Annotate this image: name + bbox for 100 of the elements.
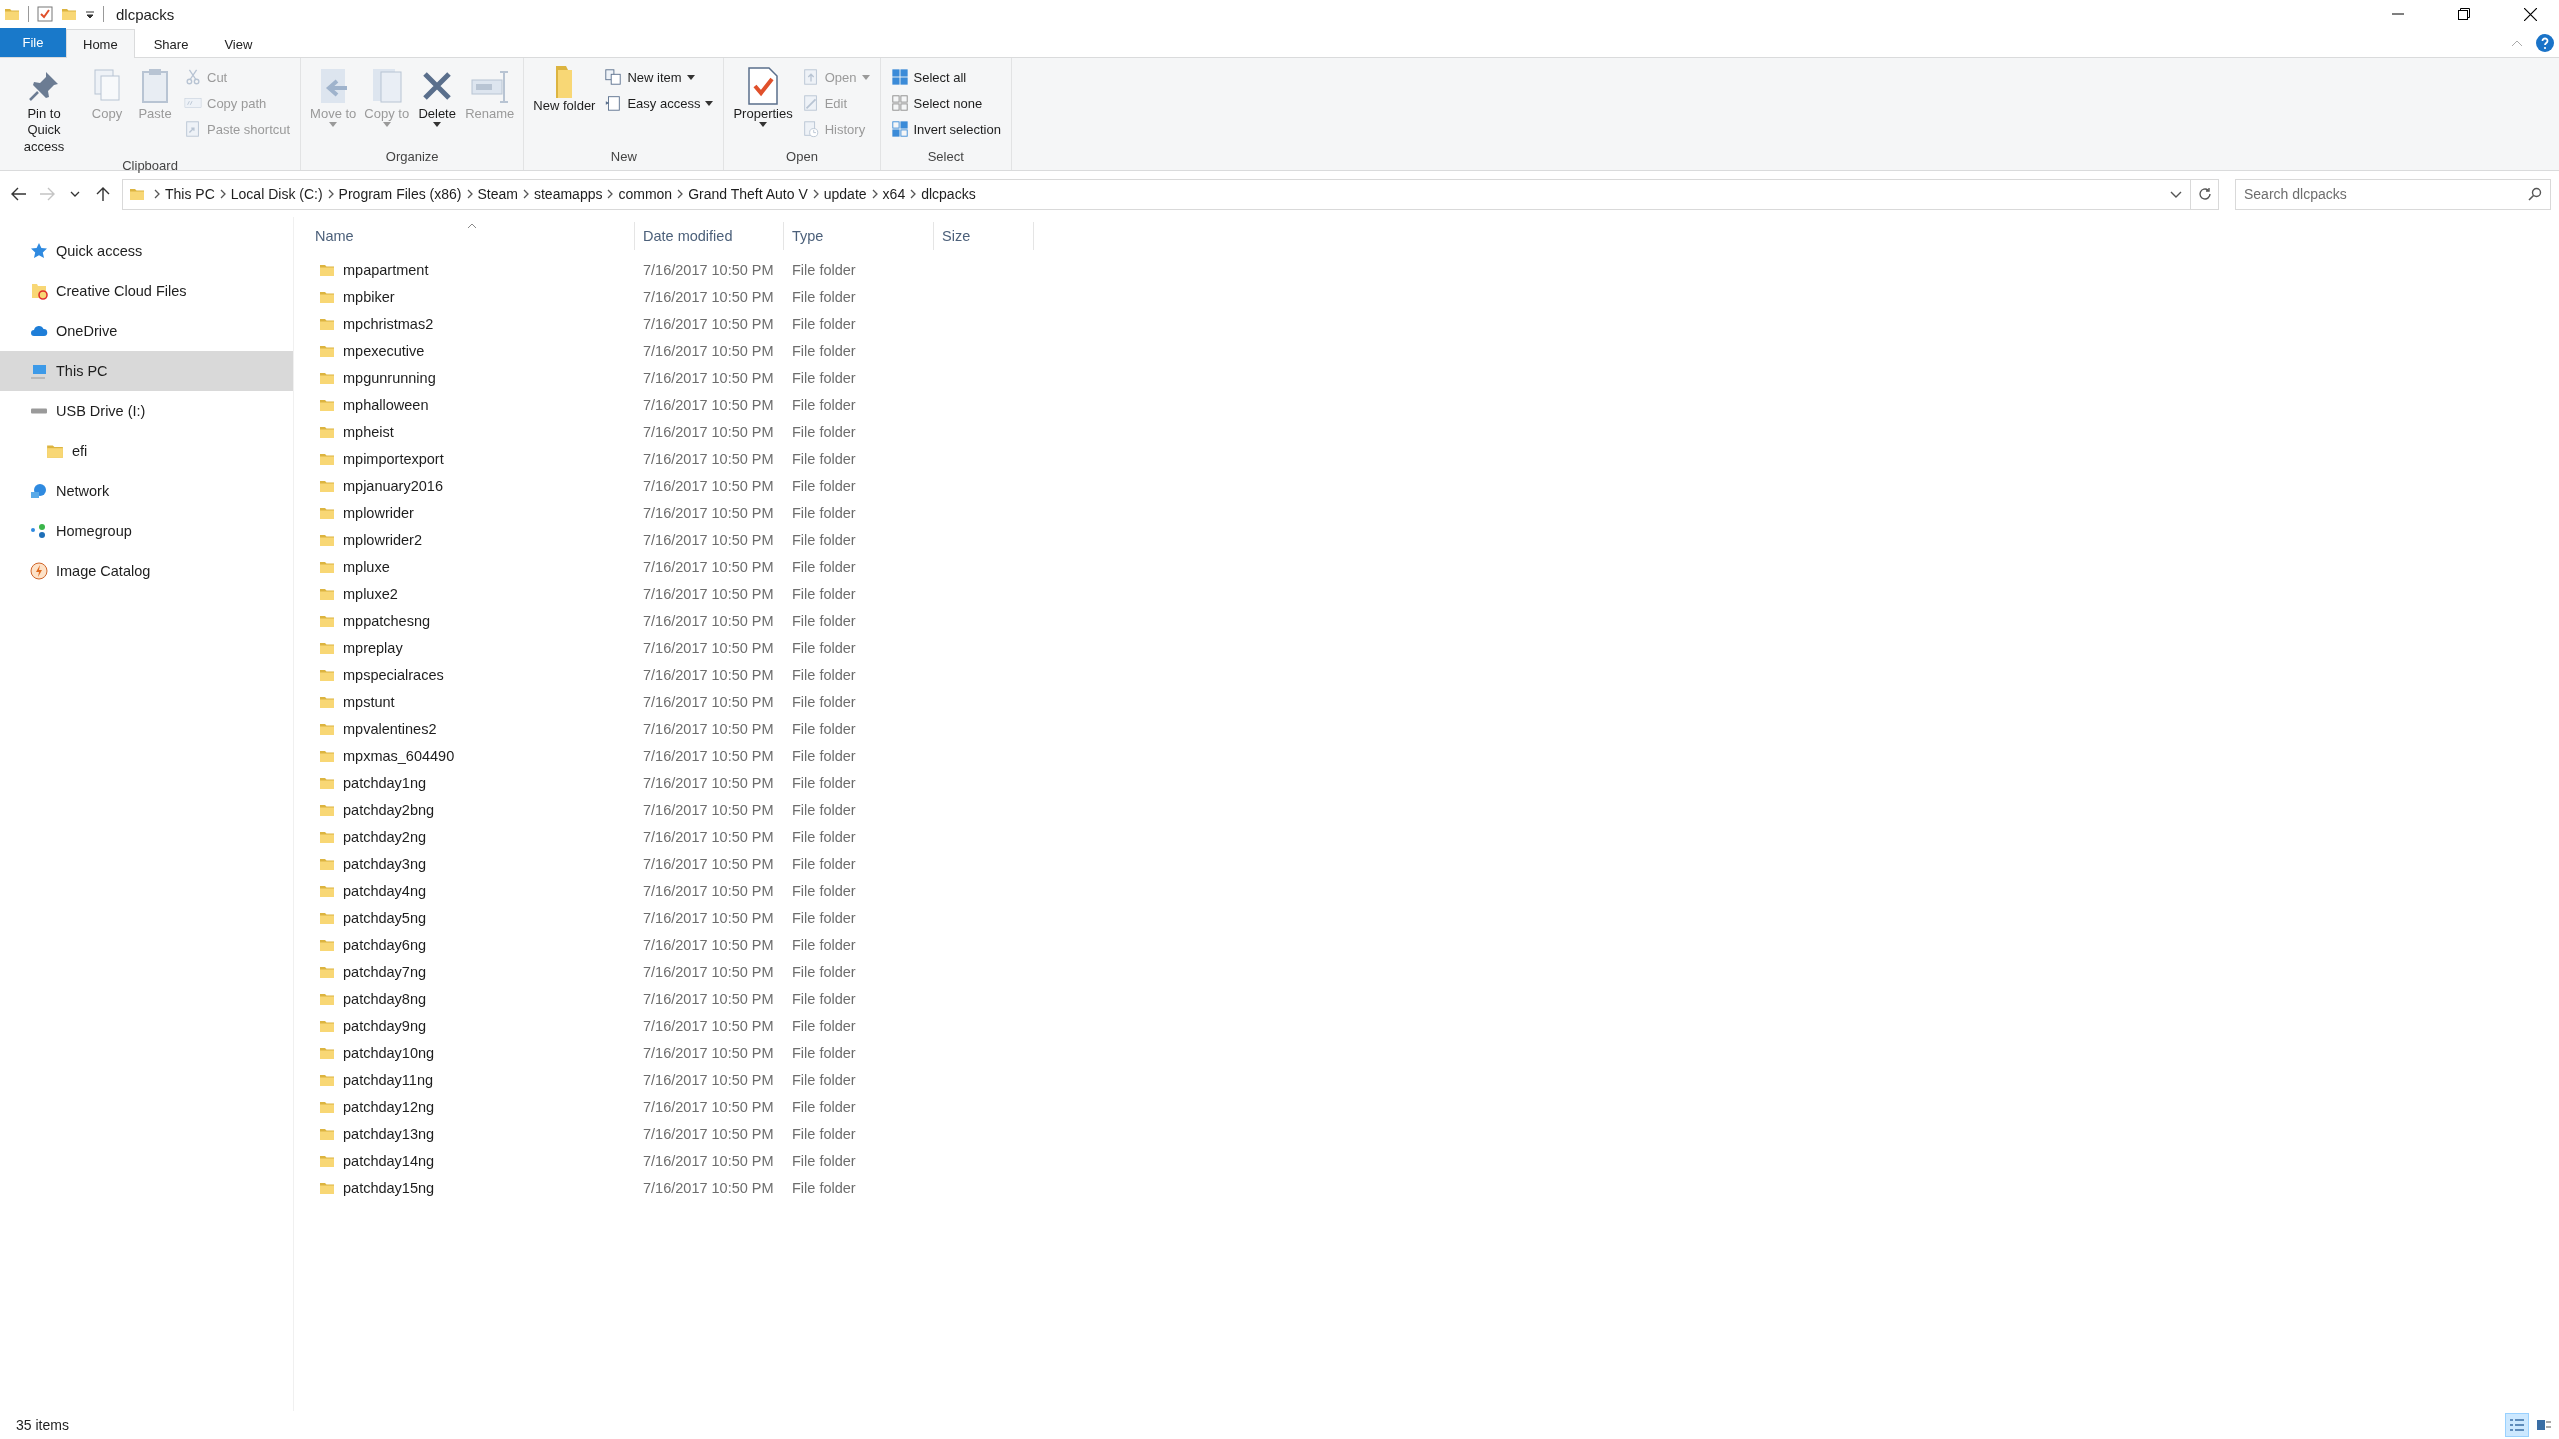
ribbon-tab[interactable]: View: [207, 29, 270, 58]
file-name[interactable]: patchday12ng: [343, 1098, 435, 1115]
sidebar-item[interactable]: Network: [0, 471, 293, 511]
file-name[interactable]: mpimportexport: [343, 450, 444, 467]
ribbon-button[interactable]: Properties: [730, 62, 796, 146]
breadcrumb[interactable]: Program Files (x86): [334, 179, 466, 209]
file-name[interactable]: mpgunrunning: [343, 369, 436, 386]
sidebar-item[interactable]: Image Catalog: [0, 551, 293, 591]
breadcrumb[interactable]: dlcpacks: [917, 179, 980, 209]
ribbon-button[interactable]: Select all: [886, 64, 1005, 90]
date-cell-text: 7/16/2017 10:50 PM: [642, 1044, 775, 1061]
file-name[interactable]: mppatchesng: [343, 612, 431, 629]
type-cell-text: File folder: [791, 1071, 857, 1088]
date-cell-text: 7/16/2017 10:50 PM: [642, 531, 775, 548]
file-name[interactable]: mpluxe2: [343, 585, 398, 602]
chevron-icon: [676, 189, 685, 199]
date-cell-text: 7/16/2017 10:50 PM: [642, 693, 775, 710]
ribbon-tab[interactable]: Share: [136, 29, 206, 58]
file-name[interactable]: patchday7ng: [343, 963, 427, 980]
ribbon-button[interactable]: Easy access: [600, 90, 718, 116]
file-name[interactable]: patchday14ng: [343, 1152, 435, 1169]
chevron-icon: [522, 189, 530, 199]
address-bar[interactable]: This PC Local Disk (C:) Program Files (x86) Steam steamapps common Grand Theft Auto V update x64 dlcpacks: [122, 178, 2219, 210]
file-name[interactable]: patchday5ng: [343, 909, 427, 926]
file-name[interactable]: patchday1ng: [343, 774, 427, 791]
file-name[interactable]: mpxmas_604490: [343, 747, 455, 764]
breadcrumb[interactable]: This PC: [161, 179, 219, 209]
breadcrumb[interactable]: Steam: [473, 179, 522, 209]
ribbon-button[interactable]: New item: [600, 64, 718, 90]
file-name[interactable]: mpexecutive: [343, 342, 425, 359]
breadcrumb[interactable]: update: [819, 179, 871, 209]
date-cell-text: 7/16/2017 10:50 PM: [642, 450, 775, 467]
file-name[interactable]: patchday9ng: [343, 1017, 427, 1034]
new-item-icon: [604, 68, 623, 86]
sidebar-item[interactable]: Homegroup: [0, 511, 293, 551]
date-cell-text: 7/16/2017 10:50 PM: [642, 666, 775, 683]
invert-selection-icon: [890, 120, 909, 138]
file-name[interactable]: mphalloween: [343, 396, 429, 413]
ribbon-button[interactable]: Pin to Quick access: [6, 62, 82, 155]
file-name[interactable]: patchday2ng: [343, 828, 427, 845]
sidebar-item[interactable]: USB Drive (I:): [0, 391, 293, 431]
file-name[interactable]: patchday11ng: [343, 1071, 434, 1088]
date-cell-text: 7/16/2017 10:50 PM: [642, 1125, 775, 1142]
date-cell-text: 7/16/2017 10:50 PM: [642, 990, 775, 1007]
file-name[interactable]: mpjanuary2016: [343, 477, 443, 494]
search-field[interactable]: Search dlcpacks: [2235, 178, 2551, 210]
caret-icon: [759, 122, 768, 128]
sidebar-item[interactable]: Quick access: [0, 231, 293, 271]
checkmark-icon[interactable]: [37, 6, 53, 22]
caret-icon[interactable]: [85, 9, 95, 19]
date-cell-text: 7/16/2017 10:50 PM: [642, 909, 775, 926]
file-name[interactable]: patchday3ng: [343, 855, 427, 872]
file-name[interactable]: mpbiker: [343, 288, 395, 305]
ribbon-tab[interactable]: Home: [66, 29, 135, 58]
sidebar-item[interactable]: OneDrive: [0, 311, 293, 351]
file-name[interactable]: mpchristmas2: [343, 315, 434, 332]
file-name[interactable]: mplowrider2: [343, 531, 422, 548]
sidebar-item[interactable]: This PC: [0, 351, 293, 391]
file-name[interactable]: mpluxe: [343, 558, 390, 575]
date-cell-text: 7/16/2017 10:50 PM: [642, 315, 775, 332]
select-none-icon: [890, 94, 909, 112]
date-cell-text: 7/16/2017 10:50 PM: [642, 882, 775, 899]
ribbon-button[interactable]: Select none: [886, 90, 1005, 116]
file-name[interactable]: patchday15ng: [343, 1179, 435, 1196]
view-button[interactable]: [2505, 1413, 2529, 1437]
column-header[interactable]: Size: [934, 222, 1034, 250]
sidebar-item[interactable]: Creative Cloud Files: [0, 271, 293, 311]
breadcrumb[interactable]: Local Disk (C:): [226, 179, 327, 209]
file-name[interactable]: patchday6ng: [343, 936, 427, 953]
column-header[interactable]: Name: [299, 222, 635, 250]
date-cell-text: 7/16/2017 10:50 PM: [642, 801, 775, 818]
file-name[interactable]: patchday8ng: [343, 990, 427, 1007]
up-arrow-icon: [96, 186, 110, 202]
column-header[interactable]: Date modified: [635, 222, 784, 250]
date-cell-text: 7/16/2017 10:50 PM: [642, 828, 775, 845]
minimize-icon: [2392, 13, 2404, 15]
breadcrumb[interactable]: common: [614, 179, 677, 209]
file-name[interactable]: mpvalentines2: [343, 720, 437, 737]
file-name[interactable]: mpheist: [343, 423, 394, 440]
file-tab[interactable]: File: [0, 28, 66, 57]
column-header[interactable]: Type: [784, 222, 934, 250]
breadcrumb[interactable]: steamapps: [530, 179, 607, 209]
file-name[interactable]: mpstunt: [343, 693, 395, 710]
ribbon-button[interactable]: Invert selection: [886, 116, 1005, 142]
file-name[interactable]: patchday10ng: [343, 1044, 435, 1061]
file-name[interactable]: mpspecialraces: [343, 666, 444, 683]
type-cell-text: File folder: [791, 990, 857, 1007]
tiles-view-icon: [2536, 1418, 2552, 1432]
ribbon-button[interactable]: Delete: [414, 62, 461, 146]
file-name[interactable]: mplowrider: [343, 504, 414, 521]
file-name[interactable]: patchday13ng: [343, 1125, 435, 1142]
ribbon-button[interactable]: New folder: [530, 62, 599, 146]
breadcrumb[interactable]: x64: [878, 179, 910, 209]
file-name[interactable]: patchday2bng: [343, 801, 435, 818]
file-name[interactable]: mpreplay: [343, 639, 403, 656]
sidebar-item[interactable]: efi: [0, 431, 293, 471]
breadcrumb[interactable]: Grand Theft Auto V: [684, 179, 812, 209]
sidebar-item-label: This PC: [56, 363, 108, 379]
file-name[interactable]: mpapartment: [343, 261, 429, 278]
file-name[interactable]: patchday4ng: [343, 882, 427, 899]
